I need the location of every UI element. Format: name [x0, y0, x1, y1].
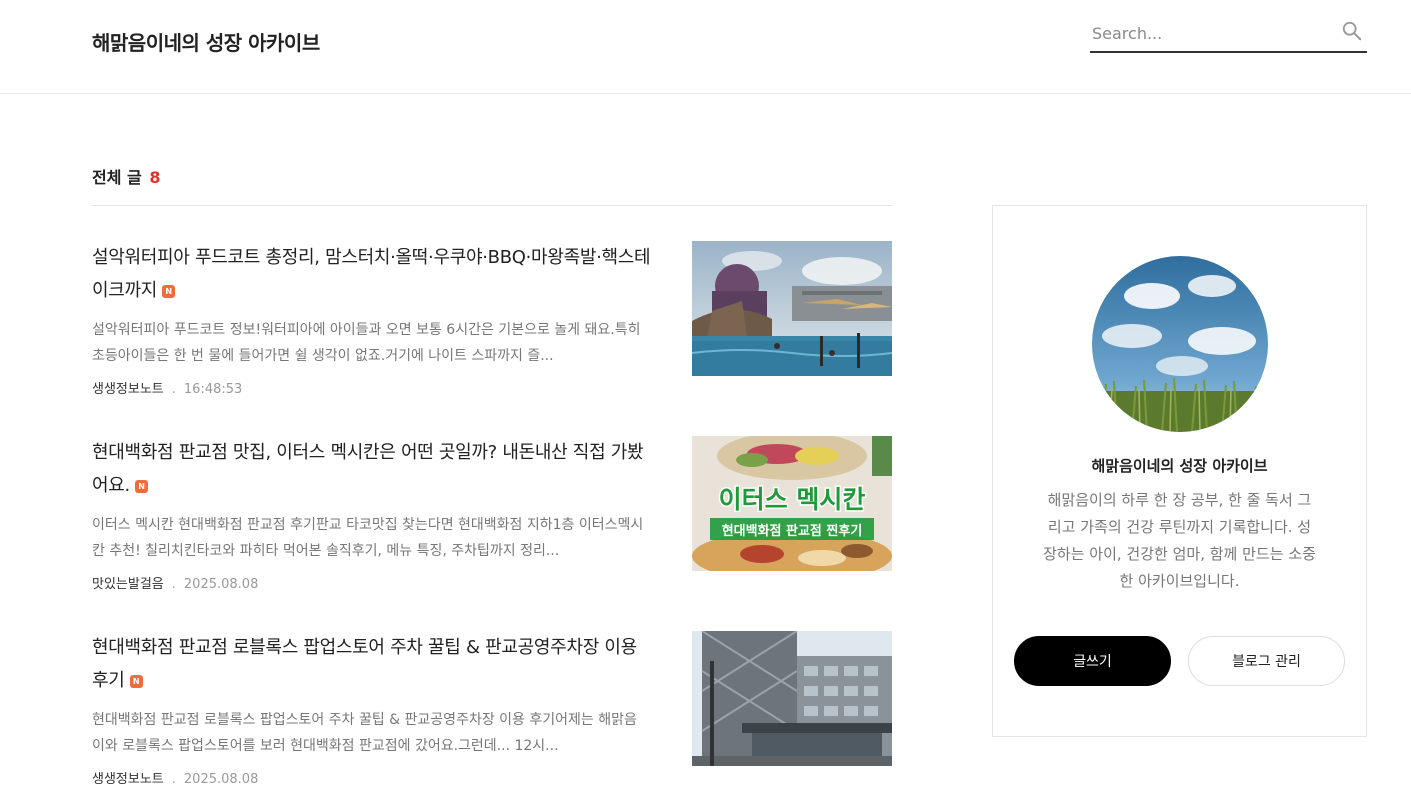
post-date: 2025.08.08 [183, 772, 259, 787]
write-post-button[interactable]: 글쓰기 [1014, 636, 1171, 686]
post-meta: 맛있는발걸음. 2025.08.08 [92, 573, 258, 592]
post-title-wrap[interactable]: 현대백화점 판교점 맛집, 이터스 멕시칸은 어떤 곳일까? 내돈내산 직접 가… [92, 436, 652, 502]
new-badge: N [134, 480, 148, 493]
section-label: 전체 글 [92, 168, 142, 187]
post-meta: 생생정보노트. 16:48:53 [92, 378, 242, 397]
post-meta: 생생정보노트. 2025.08.08 [92, 768, 258, 787]
post-title[interactable]: 설악워터피아 푸드코트 총정리, 맘스터치·올떡·우쿠야·BBQ·마왕족발·핵스… [92, 247, 651, 301]
waterpark-image [692, 241, 892, 376]
profile-card: 해맑음이네의 성장 아카이브 해맑음이의 하루 한 장 공부, 한 줄 독서 그… [992, 205, 1367, 737]
sky-field-image [1092, 256, 1268, 432]
new-badge: N [129, 675, 143, 688]
site-header: 해맑음이네의 성장 아카이브 [0, 0, 1411, 94]
post-category[interactable]: 생생정보노트 [92, 772, 164, 787]
mexican-food-image: 이터스 멕시칸 현대백화점 판교점 찐후기 [692, 436, 892, 571]
post-category[interactable]: 생생정보노트 [92, 382, 164, 397]
post-category[interactable]: 맛있는발걸음 [92, 577, 164, 592]
profile-description: 해맑음이의 하루 한 장 공부, 한 줄 독서 그리고 가족의 건강 루틴까지 … [1043, 491, 1316, 590]
post-item[interactable]: 현대백화점 판교점 로블록스 팝업스토어 주차 꿀팁 & 판교공영주차장 이용 … [92, 631, 892, 801]
avatar[interactable] [1092, 256, 1268, 432]
post-date: 2025.08.08 [183, 577, 259, 592]
meta-separator: . [171, 382, 176, 397]
post-date: 16:48:53 [183, 382, 243, 397]
meta-separator: . [171, 772, 176, 787]
post-item[interactable]: 현대백화점 판교점 맛집, 이터스 멕시칸은 어떤 곳일까? 내돈내산 직접 가… [92, 436, 892, 606]
post-thumbnail[interactable] [692, 631, 892, 766]
section-divider [92, 205, 892, 206]
post-excerpt[interactable]: 설악워터피아 푸드코트 정보!워터피아에 아이들과 오면 보통 6시간은 기본으… [92, 317, 644, 369]
post-title[interactable]: 현대백화점 판교점 맛집, 이터스 멕시칸은 어떤 곳일까? 내돈내산 직접 가… [92, 442, 644, 496]
blog-title[interactable]: 해맑음이네의 성장 아카이브 [92, 27, 320, 56]
search-box [1090, 16, 1367, 53]
post-title-wrap[interactable]: 현대백화점 판교점 로블록스 팝업스토어 주차 꿀팁 & 판교공영주차장 이용 … [92, 631, 652, 697]
post-excerpt[interactable]: 현대백화점 판교점 로블록스 팝업스토어 주차 꿀팁 & 판교공영주차장 이용 … [92, 707, 644, 759]
thumb-title-text: 이터스 멕시칸 [719, 485, 866, 514]
post-item[interactable]: 설악워터피아 푸드코트 총정리, 맘스터치·올떡·우쿠야·BBQ·마왕족발·핵스… [92, 241, 892, 411]
meta-separator: . [171, 577, 176, 592]
post-title[interactable]: 현대백화점 판교점 로블록스 팝업스토어 주차 꿀팁 & 판교공영주차장 이용 … [92, 637, 637, 691]
section-heading: 전체 글 8 [92, 164, 160, 188]
blog-manage-button[interactable]: 블로그 관리 [1188, 636, 1345, 686]
post-thumbnail[interactable]: 이터스 멕시칸 현대백화점 판교점 찐후기 [692, 436, 892, 571]
new-badge: N [162, 285, 176, 298]
parking-building-image [692, 631, 892, 766]
search-icon[interactable] [1341, 20, 1363, 42]
post-thumbnail[interactable] [692, 241, 892, 376]
post-title-wrap[interactable]: 설악워터피아 푸드코트 총정리, 맘스터치·올떡·우쿠야·BBQ·마왕족발·핵스… [92, 241, 652, 307]
profile-name: 해맑음이네의 성장 아카이브 [1091, 457, 1268, 475]
thumb-subtitle-text: 현대백화점 판교점 찐후기 [722, 523, 863, 539]
post-count: 8 [149, 168, 161, 187]
search-input[interactable] [1090, 18, 1330, 48]
post-excerpt[interactable]: 이터스 멕시칸 현대백화점 판교점 후기판교 타코맛집 찾는다면 현대백화점 지… [92, 512, 644, 564]
